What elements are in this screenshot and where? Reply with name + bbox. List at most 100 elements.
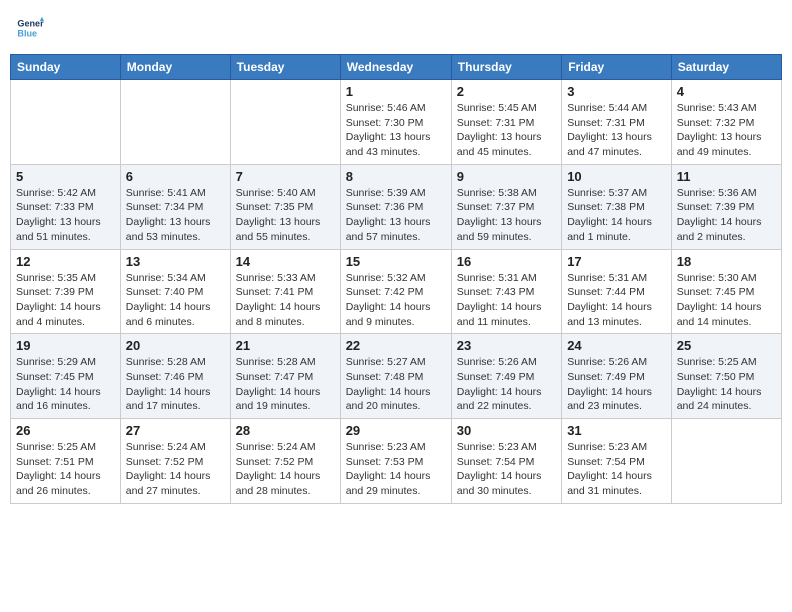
day-number: 19 [16,338,115,353]
svg-text:Blue: Blue [17,28,37,38]
calendar-cell: 11Sunrise: 5:36 AMSunset: 7:39 PMDayligh… [671,164,781,249]
day-number: 29 [346,423,446,438]
day-info: Sunrise: 5:25 AMSunset: 7:50 PMDaylight:… [677,355,776,414]
calendar-cell: 14 Sunrise: 5:33 AMSunset: 7:41 PMDayligh… [230,249,340,334]
day-info: Sunrise: 5:32 AMSunset: 7:42 PMDaylight:… [346,271,446,330]
day-number: 27 [126,423,225,438]
day-number: 6 [126,169,225,184]
day-info: Sunrise: 5:30 AMSunset: 7:45 PMDaylight:… [677,271,776,330]
day-info: Sunrise: 5:28 AMSunset: 7:46 PMDaylight:… [126,355,225,414]
calendar-cell: 19Sunrise: 5:29 AMSunset: 7:45 PMDayligh… [11,334,121,419]
day-number: 25 [677,338,776,353]
day-number: 2 [457,84,556,99]
calendar-cell: 5Sunrise: 5:42 AMSunset: 7:33 PMDaylight… [11,164,121,249]
calendar-cell: 4 Sunrise: 5:43 AMSunset: 7:32 PMDaylight… [671,80,781,165]
day-info: Sunrise: 5:38 AMSunset: 7:37 PMDaylight:… [457,186,556,245]
day-info: Sunrise: 5:23 AMSunset: 7:54 PMDaylight:… [457,440,556,499]
calendar-cell: 12Sunrise: 5:35 AMSunset: 7:39 PMDayligh… [11,249,121,334]
day-info: Sunrise: 5:26 AMSunset: 7:49 PMDaylight:… [567,355,666,414]
day-number: 3 [567,84,666,99]
logo: General Blue [16,14,46,42]
calendar-cell: 13 Sunrise: 5:34 AMSunset: 7:40 PMDayligh… [120,249,230,334]
day-info: Sunrise: 5:24 AMSunset: 7:52 PMDaylight:… [126,440,225,499]
day-number: 22 [346,338,446,353]
day-info: Sunrise: 5:43 AMSunset: 7:32 PMDaylight:… [677,101,776,160]
day-info: Sunrise: 5:31 AMSunset: 7:44 PMDaylight:… [567,271,666,330]
calendar-cell: 26 Sunrise: 5:25 AMSunset: 7:51 PMDayligh… [11,419,121,504]
day-number: 31 [567,423,666,438]
weekday-header-thursday: Thursday [451,55,561,80]
calendar-cell: 3 Sunrise: 5:44 AMSunset: 7:31 PMDaylight… [562,80,672,165]
weekday-header-tuesday: Tuesday [230,55,340,80]
calendar-cell [671,419,781,504]
calendar-cell: 31 Sunrise: 5:23 AMSunset: 7:54 PMDayligh… [562,419,672,504]
calendar-week-row: 1Sunrise: 5:46 AMSunset: 7:30 PMDaylight… [11,80,782,165]
day-number: 8 [346,169,446,184]
day-number: 17 [567,254,666,269]
day-number: 28 [236,423,335,438]
day-info: Sunrise: 5:46 AMSunset: 7:30 PMDaylight:… [346,101,446,160]
day-number: 13 [126,254,225,269]
calendar-cell: 10Sunrise: 5:37 AMSunset: 7:38 PMDayligh… [562,164,672,249]
day-info: Sunrise: 5:28 AMSunset: 7:47 PMDaylight:… [236,355,335,414]
day-number: 16 [457,254,556,269]
day-number: 14 [236,254,335,269]
day-number: 12 [16,254,115,269]
day-number: 30 [457,423,556,438]
calendar-cell [120,80,230,165]
day-number: 5 [16,169,115,184]
calendar-cell: 9Sunrise: 5:38 AMSunset: 7:37 PMDaylight… [451,164,561,249]
calendar-cell: 29 Sunrise: 5:23 AMSunset: 7:53 PMDayligh… [340,419,451,504]
calendar-cell [11,80,121,165]
day-info: Sunrise: 5:27 AMSunset: 7:48 PMDaylight:… [346,355,446,414]
calendar-cell: 16 Sunrise: 5:31 AMSunset: 7:43 PMDayligh… [451,249,561,334]
calendar-week-row: 5Sunrise: 5:42 AMSunset: 7:33 PMDaylight… [11,164,782,249]
calendar-cell: 20Sunrise: 5:28 AMSunset: 7:46 PMDayligh… [120,334,230,419]
day-number: 26 [16,423,115,438]
day-info: Sunrise: 5:39 AMSunset: 7:36 PMDaylight:… [346,186,446,245]
weekday-header-row: SundayMondayTuesdayWednesdayThursdayFrid… [11,55,782,80]
day-info: Sunrise: 5:33 AMSunset: 7:41 PMDaylight:… [236,271,335,330]
day-number: 15 [346,254,446,269]
weekday-header-wednesday: Wednesday [340,55,451,80]
day-number: 11 [677,169,776,184]
weekday-header-saturday: Saturday [671,55,781,80]
calendar-week-row: 19Sunrise: 5:29 AMSunset: 7:45 PMDayligh… [11,334,782,419]
logo-icon: General Blue [16,14,44,42]
day-number: 4 [677,84,776,99]
day-number: 10 [567,169,666,184]
calendar-table: SundayMondayTuesdayWednesdayThursdayFrid… [10,54,782,504]
day-info: Sunrise: 5:45 AMSunset: 7:31 PMDaylight:… [457,101,556,160]
day-number: 21 [236,338,335,353]
calendar-cell: 27 Sunrise: 5:24 AMSunset: 7:52 PMDayligh… [120,419,230,504]
calendar-cell: 15 Sunrise: 5:32 AMSunset: 7:42 PMDayligh… [340,249,451,334]
day-info: Sunrise: 5:25 AMSunset: 7:51 PMDaylight:… [16,440,115,499]
day-info: Sunrise: 5:24 AMSunset: 7:52 PMDaylight:… [236,440,335,499]
calendar-cell: 2 Sunrise: 5:45 AMSunset: 7:31 PMDaylight… [451,80,561,165]
calendar-cell: 18 Sunrise: 5:30 AMSunset: 7:45 PMDayligh… [671,249,781,334]
calendar-week-row: 26 Sunrise: 5:25 AMSunset: 7:51 PMDayligh… [11,419,782,504]
calendar-cell: 1Sunrise: 5:46 AMSunset: 7:30 PMDaylight… [340,80,451,165]
day-info: Sunrise: 5:26 AMSunset: 7:49 PMDaylight:… [457,355,556,414]
day-info: Sunrise: 5:31 AMSunset: 7:43 PMDaylight:… [457,271,556,330]
weekday-header-monday: Monday [120,55,230,80]
calendar-cell: 25 Sunrise: 5:25 AMSunset: 7:50 PMDayligh… [671,334,781,419]
calendar-cell: 6 Sunrise: 5:41 AMSunset: 7:34 PMDaylight… [120,164,230,249]
day-info: Sunrise: 5:41 AMSunset: 7:34 PMDaylight:… [126,186,225,245]
calendar-cell: 28 Sunrise: 5:24 AMSunset: 7:52 PMDayligh… [230,419,340,504]
day-number: 18 [677,254,776,269]
weekday-header-friday: Friday [562,55,672,80]
calendar-cell: 21 Sunrise: 5:28 AMSunset: 7:47 PMDayligh… [230,334,340,419]
calendar-cell: 24 Sunrise: 5:26 AMSunset: 7:49 PMDayligh… [562,334,672,419]
day-info: Sunrise: 5:44 AMSunset: 7:31 PMDaylight:… [567,101,666,160]
day-info: Sunrise: 5:23 AMSunset: 7:53 PMDaylight:… [346,440,446,499]
calendar-cell: 23Sunrise: 5:26 AMSunset: 7:49 PMDayligh… [451,334,561,419]
page-header: General Blue [10,10,782,46]
day-info: Sunrise: 5:40 AMSunset: 7:35 PMDaylight:… [236,186,335,245]
calendar-cell [230,80,340,165]
day-number: 24 [567,338,666,353]
day-info: Sunrise: 5:23 AMSunset: 7:54 PMDaylight:… [567,440,666,499]
day-info: Sunrise: 5:34 AMSunset: 7:40 PMDaylight:… [126,271,225,330]
calendar-cell: 30 Sunrise: 5:23 AMSunset: 7:54 PMDayligh… [451,419,561,504]
calendar-cell: 7Sunrise: 5:40 AMSunset: 7:35 PMDaylight… [230,164,340,249]
